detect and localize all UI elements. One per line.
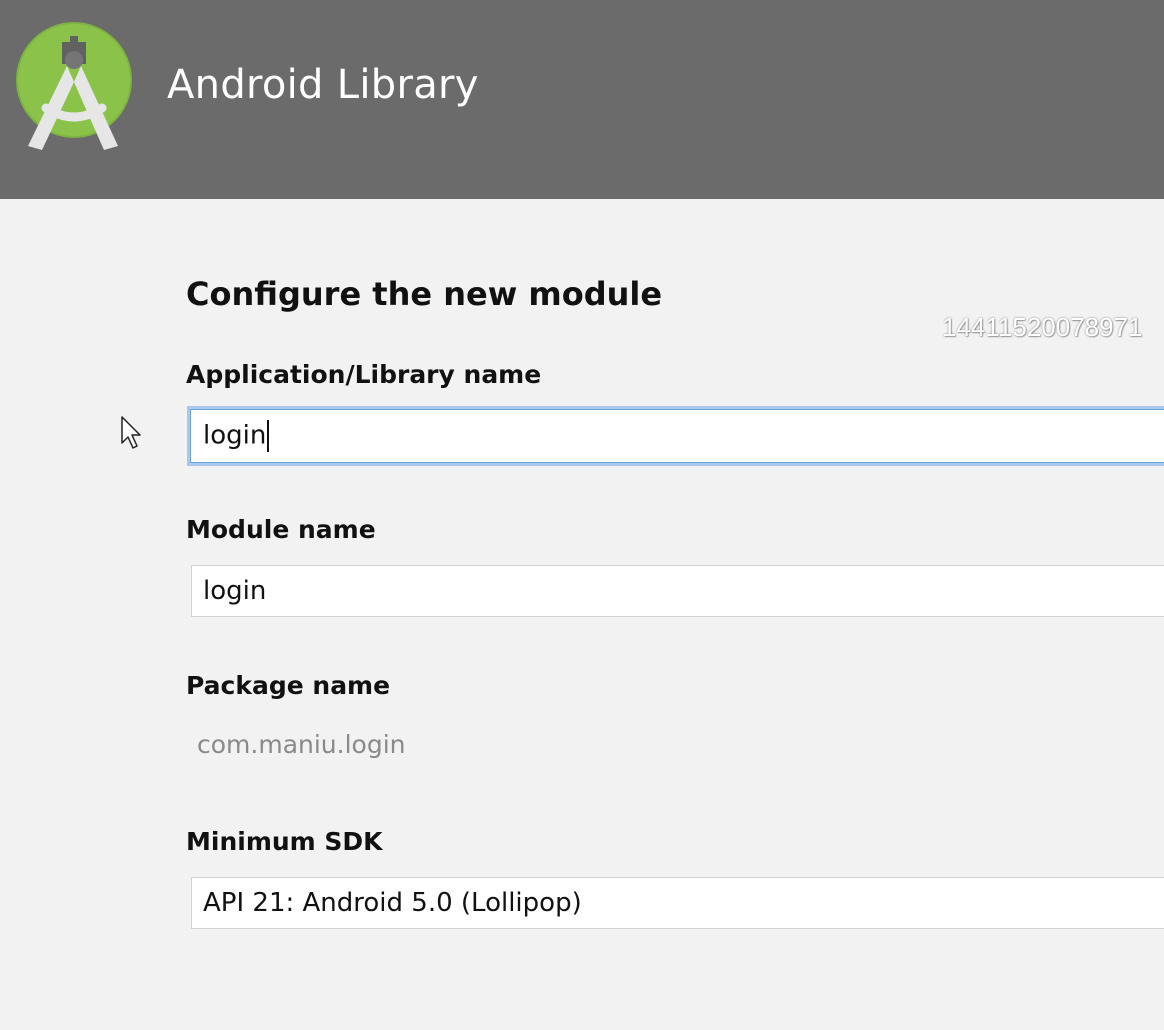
app-library-name-value: login [203, 420, 267, 451]
page-title: Configure the new module [186, 275, 663, 313]
mouse-pointer-icon [121, 416, 141, 449]
minimum-sdk-select[interactable]: API 21: Android 5.0 (Lollipop) [191, 877, 1164, 929]
header-bar: Android Library [0, 0, 1164, 199]
package-name-value: com.maniu.login [197, 730, 406, 759]
minimum-sdk-label: Minimum SDK [186, 827, 383, 856]
module-name-value: login [203, 576, 267, 606]
app-library-name-input[interactable]: login [187, 406, 1164, 466]
dialog-title: Android Library [167, 62, 479, 108]
app-library-name-label: Application/Library name [186, 360, 542, 389]
android-studio-logo-icon [16, 22, 132, 150]
minimum-sdk-value: API 21: Android 5.0 (Lollipop) [203, 888, 582, 918]
text-caret [267, 420, 270, 452]
package-name-label: Package name [186, 671, 391, 700]
module-name-input[interactable]: login [191, 565, 1164, 617]
watermark-text: 14411520078971 [942, 312, 1143, 342]
module-name-label: Module name [186, 515, 376, 544]
